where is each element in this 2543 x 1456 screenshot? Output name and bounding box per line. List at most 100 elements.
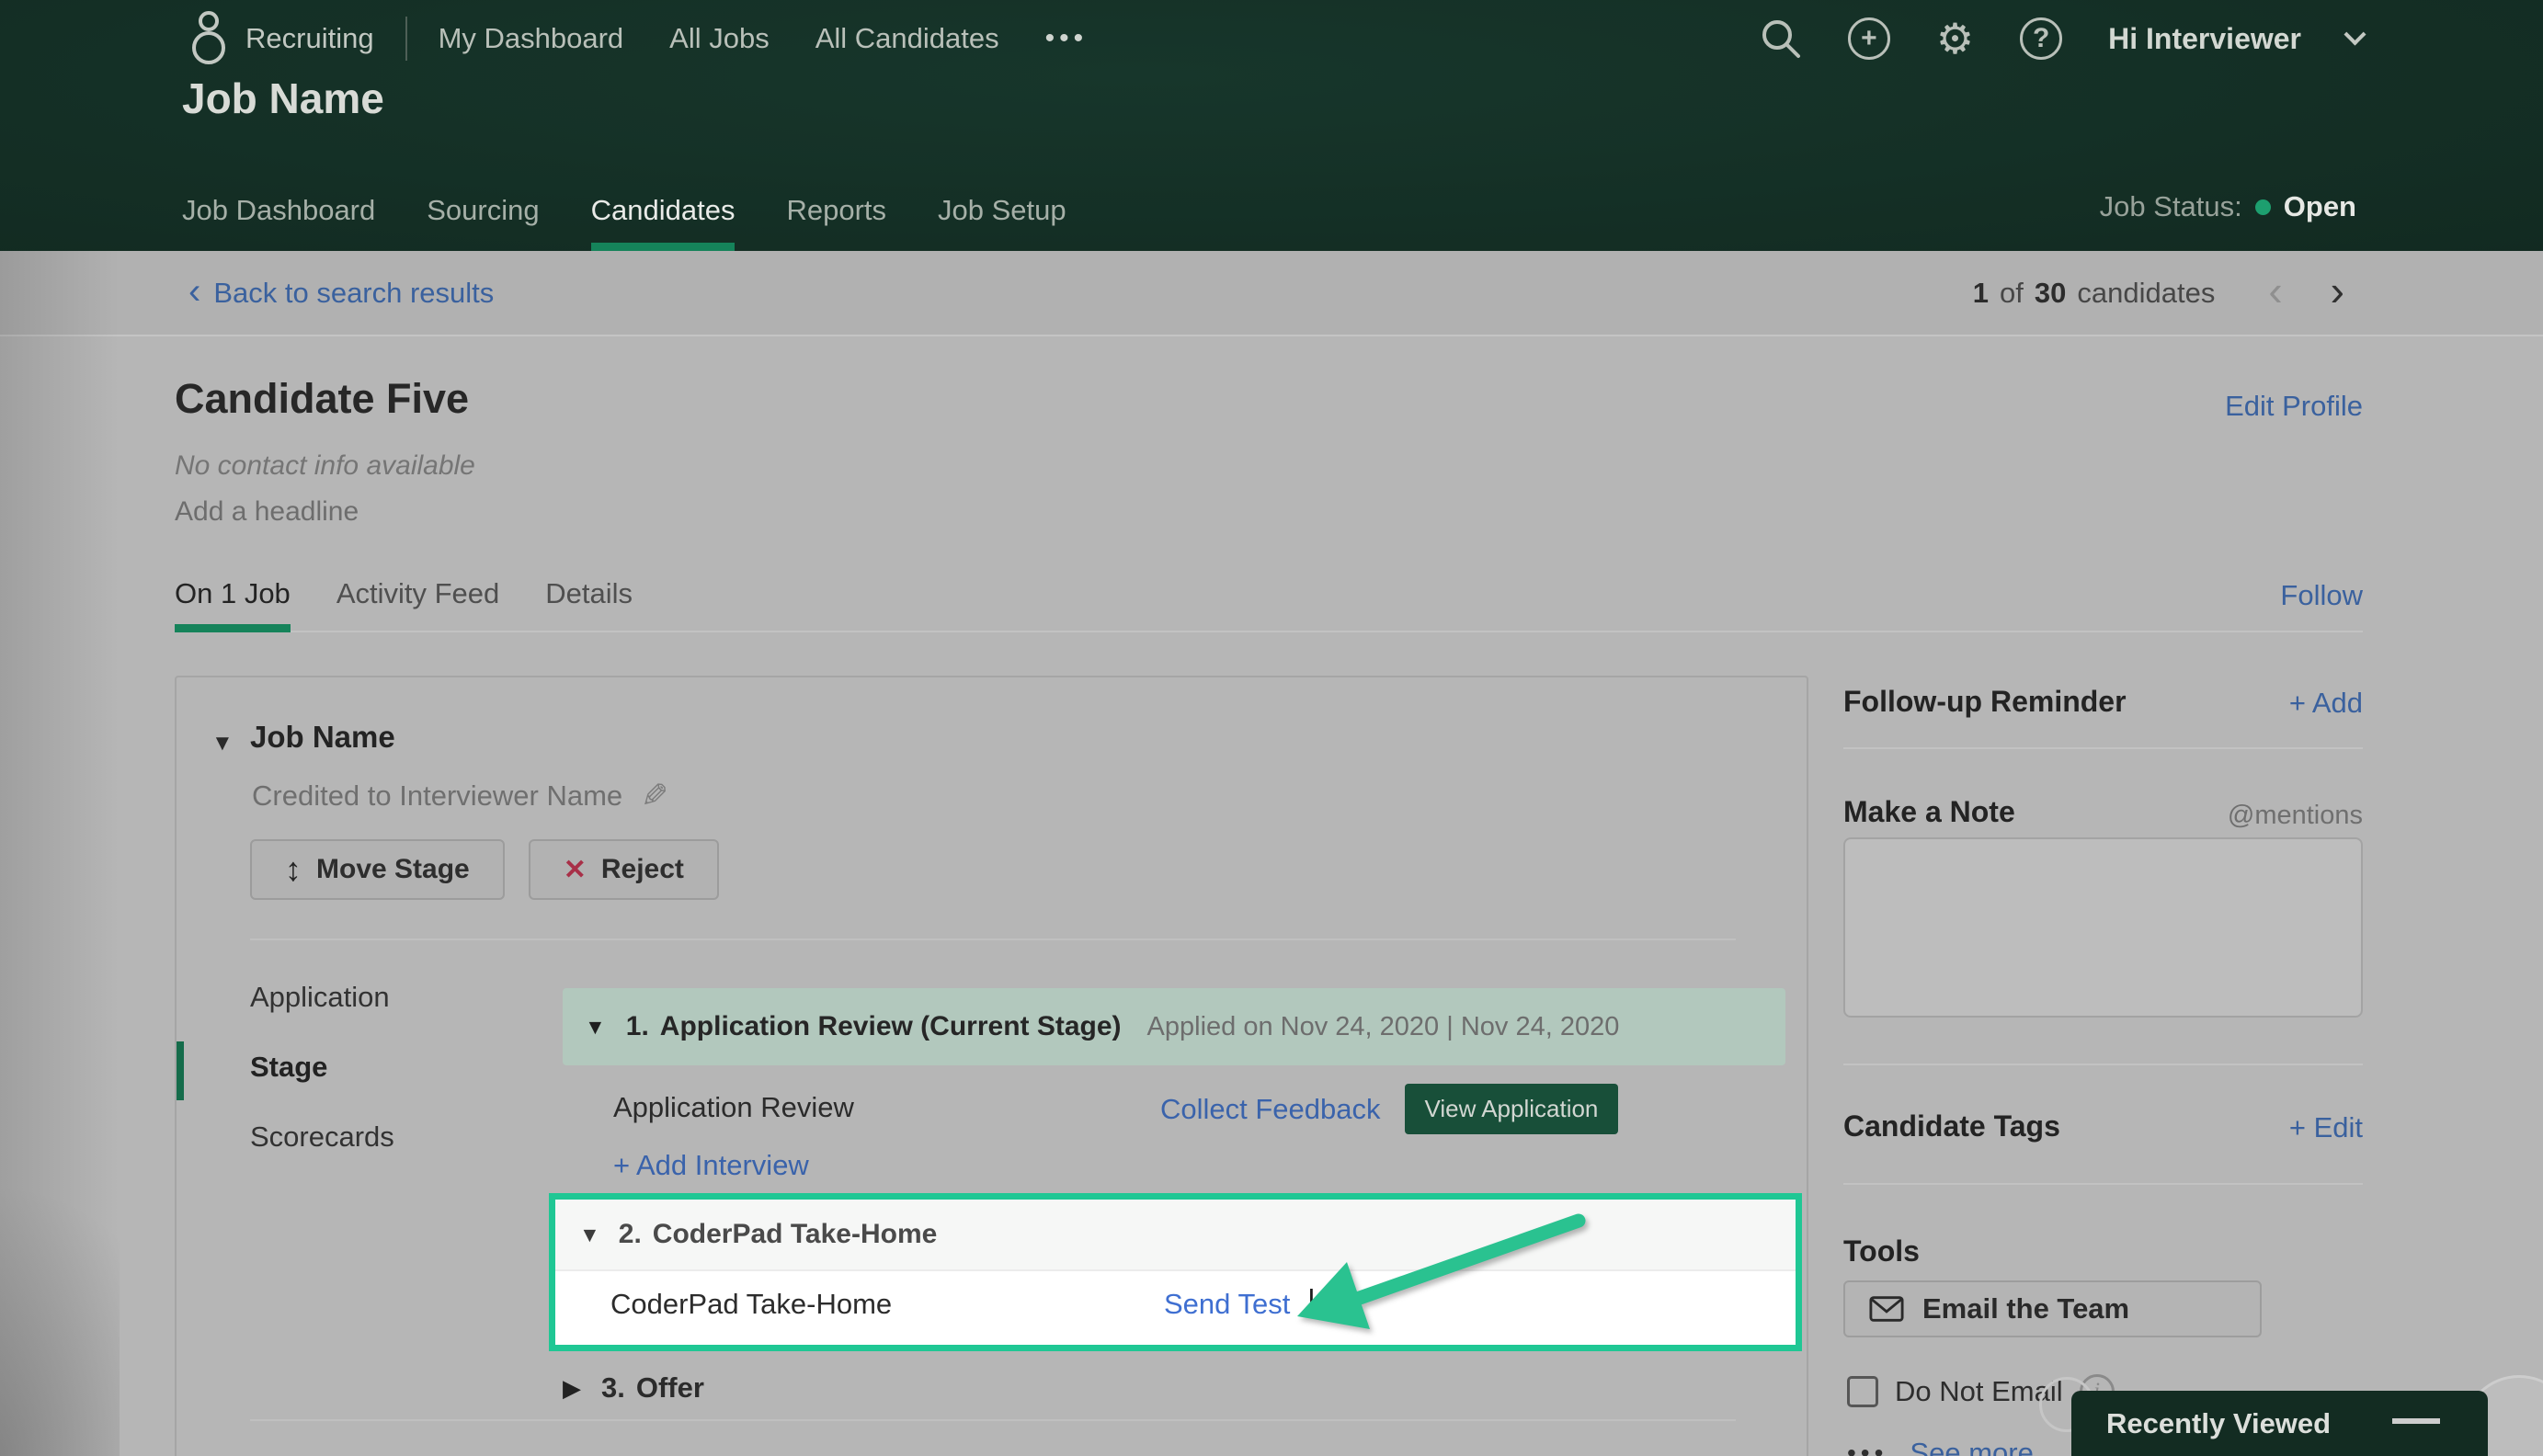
interview-name: Application Review [613,1091,854,1124]
caret-right-icon[interactable]: ▶ [563,1374,581,1403]
card-job-title: Job Name [250,720,395,755]
app-header: Recruiting My Dashboard All Jobs All Can… [0,0,2543,251]
credited-to-text: Credited to Interviewer Name [252,779,622,813]
job-page-title: Job Name [182,74,384,123]
make-a-note-title: Make a Note [1843,795,2015,829]
reject-label: Reject [601,854,684,885]
stage-number: 3. [601,1371,625,1405]
job-status-value[interactable]: Open [2284,190,2356,223]
greenhouse-candidate-page: Recruiting My Dashboard All Jobs All Can… [0,0,2543,1456]
interview-actions: Collect Feedback View Application [1160,1084,1618,1134]
add-interview-link[interactable]: + Add Interview [613,1149,809,1182]
tab-activity-feed[interactable]: Activity Feed [336,577,499,632]
see-more-row: ••• See more [1847,1437,2034,1456]
nav-overflow-icon[interactable]: ••• [1045,23,1089,54]
gear-icon[interactable]: ⚙ [1936,17,1974,60]
email-the-team-label: Email the Team [1922,1292,2129,1325]
stage-row-offer: ▶ 3. Offer [563,1371,704,1405]
divider [1843,1183,2363,1185]
tab-on-1-job[interactable]: On 1 Job [175,577,291,632]
prev-candidate-icon[interactable]: ‹ [2268,269,2282,312]
move-stage-icon: ↕ [285,850,302,889]
pager-of: of [2000,277,2024,310]
section-scorecards[interactable]: Scorecards [250,1120,394,1154]
do-not-email-checkbox[interactable] [1847,1376,1878,1407]
divider [250,938,1736,940]
see-more-link[interactable]: See more [1910,1437,2033,1456]
nav-all-candidates[interactable]: All Candidates [815,22,999,55]
active-section-indicator [177,1041,184,1100]
recently-viewed-panel: Recently Viewed [2071,1391,2488,1456]
caret-down-icon[interactable]: ▼ [579,1223,600,1247]
pager-total: 30 [2035,277,2066,310]
user-menu[interactable]: Hi Interviewer [2108,22,2301,56]
divider [1843,747,2363,749]
envelope-icon [1869,1295,1904,1323]
job-status-label: Job Status: [2100,190,2242,223]
reject-button[interactable]: ✕ Reject [529,839,719,900]
edit-pencil-icon[interactable]: ✎ [641,777,668,815]
status-dot-icon [2255,199,2271,215]
edit-profile-link[interactable]: Edit Profile [2225,390,2363,423]
candidate-sidebar: Follow-up Reminder + Add Make a Note @me… [1843,676,2363,1456]
note-input[interactable] [1843,837,2363,1018]
candidate-tabs: On 1 Job Activity Feed Details [175,577,633,632]
send-test-link[interactable]: Send Test [1164,1288,1290,1321]
quick-add-icon[interactable]: + [1848,17,1890,60]
chevron-down-icon[interactable] [2343,23,2366,45]
nav-my-dashboard[interactable]: My Dashboard [439,22,624,55]
collapse-caret-icon[interactable]: ▼ [211,731,234,756]
candidate-tags-title: Candidate Tags [1843,1109,2060,1143]
move-stage-button[interactable]: ↕ Move Stage [250,839,505,900]
followup-reminder-title: Follow-up Reminder [1843,685,2127,719]
caret-down-icon[interactable]: ▼ [585,1015,606,1040]
stage-title: CoderPad Take-Home [653,1219,938,1250]
candidate-contact-info: No contact info available [175,450,475,482]
add-reminder-link[interactable]: + Add [2289,687,2363,720]
pager-noun: candidates [2077,277,2215,310]
nav-divider [405,17,407,61]
stage-actions: ↕ Move Stage ✕ Reject [250,839,719,900]
product-name: Recruiting [245,22,374,55]
overlay-shadow [0,251,120,1456]
tab-sourcing[interactable]: Sourcing [427,194,539,251]
next-candidate-icon[interactable]: › [2331,269,2344,312]
tab-details[interactable]: Details [545,577,633,632]
candidate-pager: 1 of 30 candidates ‹ › [1973,275,2344,312]
reject-x-icon: ✕ [564,854,587,886]
divider [1843,1064,2363,1065]
add-headline-link[interactable]: Add a headline [175,496,359,528]
minimize-icon[interactable] [2392,1418,2440,1424]
divider [250,1419,1736,1421]
nav-all-jobs[interactable]: All Jobs [669,22,770,55]
candidate-name: Candidate Five [175,375,469,423]
back-to-search-link[interactable]: ‹ Back to search results [188,277,494,310]
more-options-icon[interactable]: ••• [1847,1439,1887,1456]
search-icon[interactable] [1760,17,1802,60]
stage-number: 2. [619,1219,642,1250]
greenhouse-logo-icon[interactable] [188,8,229,69]
stage-row-application-review: ▼ 1. Application Review (Current Stage) … [563,988,1785,1065]
collect-feedback-link[interactable]: Collect Feedback [1160,1093,1381,1126]
top-nav: My Dashboard All Jobs All Candidates [439,22,999,55]
header-actions: + ⚙ ? Hi Interviewer [1760,0,2363,77]
job-status: Job Status: Open [2100,190,2356,223]
follow-link[interactable]: Follow [2280,579,2363,612]
view-application-button[interactable]: View Application [1405,1084,1619,1134]
recently-viewed-title: Recently Viewed [2106,1407,2331,1440]
pager-current: 1 [1973,277,1989,310]
mentions-hint[interactable]: @mentions [2228,801,2363,831]
credited-row: Credited to Interviewer Name ✎ [252,777,668,815]
email-the-team-button[interactable]: Email the Team [1843,1280,2262,1337]
interview-name: CoderPad Take-Home [610,1288,892,1321]
tab-job-dashboard[interactable]: Job Dashboard [182,194,375,251]
help-icon[interactable]: ? [2020,17,2062,60]
section-stage[interactable]: Stage [250,1051,327,1084]
application-review-detail-row: Application Review Collect Feedback View… [563,1075,1785,1148]
tab-job-setup[interactable]: Job Setup [938,194,1066,251]
tab-candidates[interactable]: Candidates [591,194,736,251]
tour-arrow-annotation [1283,1206,1595,1348]
tab-reports[interactable]: Reports [786,194,886,251]
edit-tags-link[interactable]: + Edit [2289,1111,2363,1144]
section-application[interactable]: Application [250,981,390,1014]
